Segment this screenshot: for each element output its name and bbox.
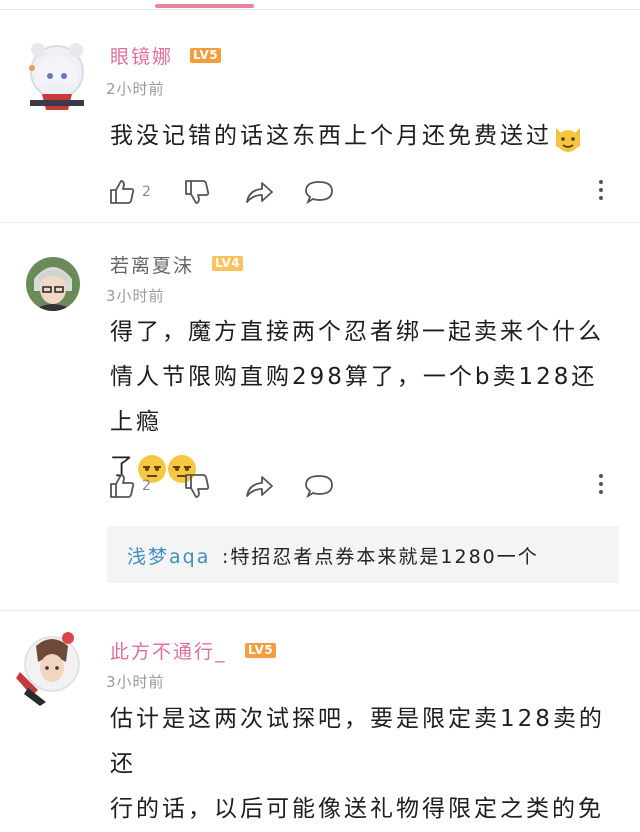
share-icon	[246, 476, 273, 497]
level-badge: LV5	[245, 643, 277, 658]
dislike-button[interactable]	[183, 178, 211, 206]
more-vertical-icon[interactable]	[598, 474, 604, 500]
reply-button[interactable]	[304, 472, 334, 500]
comment-text-line: 情人节限购直购298算了，一个b卖128还上瘾	[110, 364, 598, 435]
comment-item: 眼镜娜 LV5 2小时前 我没记错的话这东西上个月还免费送过 2	[0, 0, 640, 222]
like-button[interactable]: 2	[108, 472, 151, 500]
avatar[interactable]	[12, 628, 84, 706]
thumbs-up-icon	[110, 180, 135, 204]
reply-button[interactable]	[304, 178, 334, 206]
divider	[0, 222, 640, 223]
comment-username[interactable]: 此方不通行_	[110, 637, 227, 664]
comment-text-line: 行的话，以后可能像送礼物得限定之类的免	[110, 796, 604, 822]
comment-text-content: 我没记错的话这东西上个月还免费送过	[110, 123, 552, 149]
comment-bubble-icon	[305, 475, 333, 499]
share-icon	[246, 182, 273, 203]
comment-text-line: 估计是这两次试探吧，要是限定卖128卖的还	[110, 706, 605, 777]
dislike-button[interactable]	[183, 472, 211, 500]
comment-bubble-icon	[305, 181, 333, 205]
reply-preview[interactable]: 浅梦aqa :特招忍者点券本来就是1280一个	[107, 526, 619, 583]
comment-text: 估计是这两次试探吧，要是限定卖128卖的还 行的话，以后可能像送礼物得限定之类的…	[110, 697, 620, 832]
comment-username[interactable]: 眼镜娜	[110, 42, 173, 69]
share-button[interactable]	[244, 472, 274, 500]
avatar[interactable]	[26, 257, 80, 311]
reply-username[interactable]: 浅梦aqa	[127, 542, 210, 569]
level-badge: LV5	[190, 48, 222, 63]
cat-face-emoji	[552, 122, 582, 152]
level-badge: LV4	[212, 256, 244, 271]
comment-time: 2小时前	[106, 80, 165, 98]
divider	[0, 610, 640, 611]
comment-username[interactable]: 若离夏沫	[110, 251, 194, 278]
avatar[interactable]	[22, 38, 92, 114]
comment-time: 3小时前	[106, 673, 165, 691]
thumbs-down-icon	[185, 474, 210, 498]
comment-time: 3小时前	[106, 287, 165, 305]
comment-text: 得了，魔方直接两个忍者绑一起卖来个什么 情人节限购直购298算了，一个b卖128…	[110, 310, 620, 490]
thumbs-down-icon	[185, 180, 210, 204]
thumbs-up-icon	[110, 474, 135, 498]
like-count: 2	[142, 478, 151, 494]
more-vertical-icon[interactable]	[598, 180, 604, 206]
like-count: 2	[142, 184, 151, 200]
like-button[interactable]: 2	[108, 178, 151, 206]
comment-text: 我没记错的话这东西上个月还免费送过	[110, 114, 620, 159]
comment-text-line: 得了，魔方直接两个忍者绑一起卖来个什么	[110, 319, 604, 345]
share-button[interactable]	[244, 178, 274, 206]
reply-text: :特招忍者点券本来就是1280一个	[222, 546, 539, 568]
